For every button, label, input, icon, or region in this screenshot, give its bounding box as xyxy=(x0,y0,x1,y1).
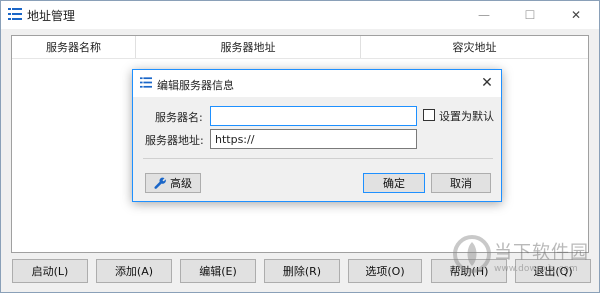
list-icon xyxy=(140,77,152,88)
dialog-separator xyxy=(143,158,493,159)
watermark-logo-icon xyxy=(453,235,491,273)
header-divider xyxy=(12,58,588,59)
add-button[interactable]: 添加(A) xyxy=(96,259,172,283)
close-button[interactable]: ✕ xyxy=(553,1,599,29)
wrench-icon xyxy=(154,177,166,189)
start-button[interactable]: 启动(L) xyxy=(12,259,88,283)
server-address-input[interactable]: https:// xyxy=(210,129,417,149)
column-header-failover-address[interactable]: 容灾地址 xyxy=(361,36,588,58)
watermark: 当下软件园 www.downxia.com xyxy=(450,232,600,292)
window-titlebar: 地址管理 — ☐ ✕ xyxy=(1,1,599,29)
server-address-label: 服务器地址: xyxy=(145,134,204,147)
cancel-button[interactable]: 取消 xyxy=(431,173,491,193)
watermark-name: 当下软件园 xyxy=(494,242,589,263)
column-header-server-name[interactable]: 服务器名称 xyxy=(12,36,136,58)
maximize-button[interactable]: ☐ xyxy=(507,1,553,29)
dialog-title: 编辑服务器信息 xyxy=(157,79,234,92)
edit-server-dialog: 编辑服务器信息 ✕ 服务器名: 设置为默认 服务器地址: https:// 高级… xyxy=(132,69,502,202)
advanced-button[interactable]: 高级 xyxy=(145,173,201,193)
dialog-close-button[interactable]: ✕ xyxy=(477,73,497,93)
dialog-titlebar: 编辑服务器信息 ✕ xyxy=(133,70,501,97)
column-header-server-address[interactable]: 服务器地址 xyxy=(136,36,361,58)
window-title: 地址管理 xyxy=(27,9,76,23)
options-button[interactable]: 选项(O) xyxy=(348,259,422,283)
list-icon xyxy=(8,8,22,20)
ok-button[interactable]: 确定 xyxy=(363,173,425,193)
edit-button[interactable]: 编辑(E) xyxy=(180,259,256,283)
server-name-label: 服务器名: xyxy=(155,111,203,124)
advanced-label: 高级 xyxy=(170,177,192,190)
set-default-checkbox[interactable] xyxy=(423,109,435,121)
server-name-input[interactable] xyxy=(210,106,417,126)
delete-button[interactable]: 删除(R) xyxy=(264,259,340,283)
minimize-button[interactable]: — xyxy=(461,1,507,29)
watermark-url: www.downxia.com xyxy=(494,264,578,274)
set-default-label[interactable]: 设置为默认 xyxy=(439,108,494,124)
